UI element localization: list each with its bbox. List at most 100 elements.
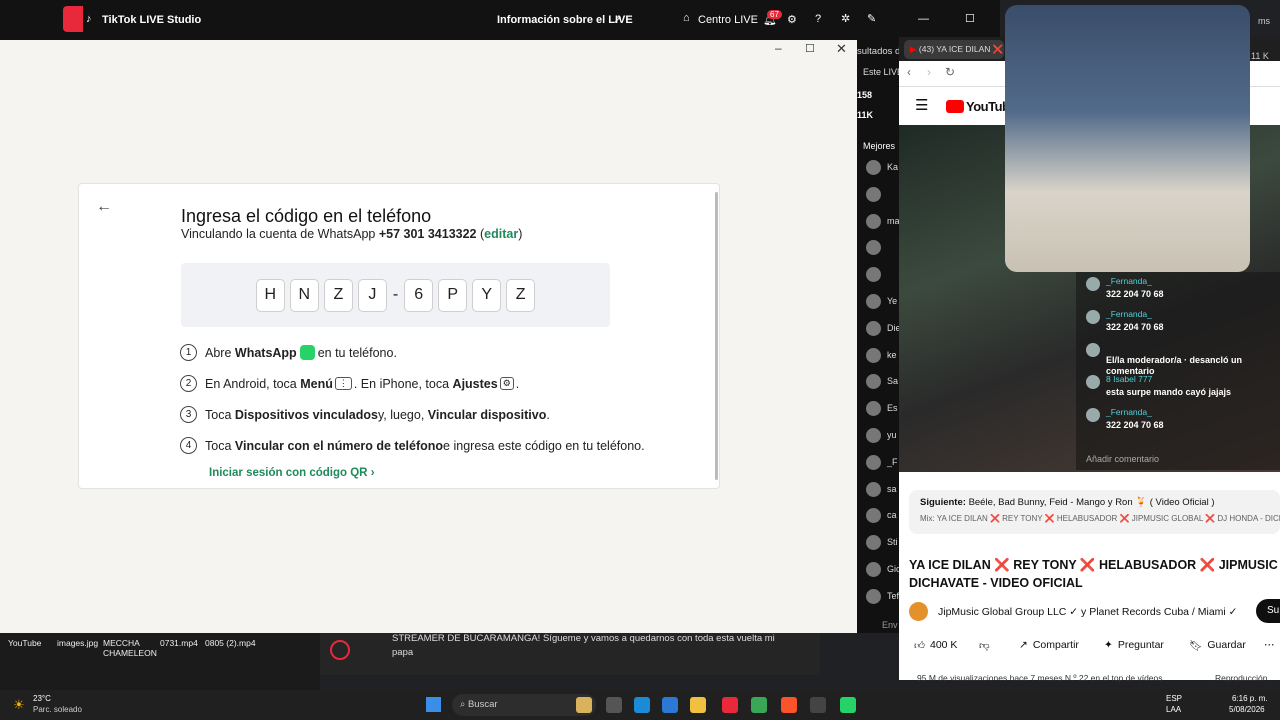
clock-time[interactable]: 6:16 p. m. [1232, 694, 1268, 703]
viewer-avatar[interactable] [866, 374, 881, 390]
scrollbar[interactable] [715, 192, 718, 480]
home-icon[interactable]: ⌂ [683, 12, 690, 24]
share-button[interactable]: ↗ Compartir [1019, 633, 1079, 657]
live-center-link[interactable]: Centro LIVE [698, 14, 758, 26]
wa-close-icon[interactable]: ✕ [836, 41, 847, 57]
viewer-avatar[interactable] [866, 588, 881, 604]
reload-icon[interactable]: ↻ [945, 65, 955, 79]
viewer-avatar[interactable] [866, 320, 881, 336]
code-char: 6 [404, 278, 434, 312]
folder-icon[interactable] [576, 697, 592, 713]
code-char: Z [506, 278, 536, 312]
help-icon[interactable]: ? [815, 13, 821, 25]
channel-avatar[interactable] [909, 602, 928, 621]
viewer-avatar[interactable] [866, 454, 881, 470]
dislike-button[interactable]: 👎︎ [979, 633, 990, 657]
desktop-file[interactable]: 0805 (2).mp4 [205, 638, 257, 648]
channel-name[interactable]: JipMusic Global Group LLC [938, 606, 1066, 618]
tiktok-icon[interactable] [722, 697, 738, 713]
wa-maximize-icon[interactable]: ☐ [805, 42, 815, 55]
minimize-icon[interactable]: — [918, 13, 929, 25]
viewer-avatar[interactable] [866, 267, 881, 283]
streamer-avatar-icon [330, 640, 350, 660]
desktop-file[interactable]: YouTube [8, 638, 60, 648]
whatsapp-icon[interactable] [840, 697, 856, 713]
viewer-name[interactable]: Sa [887, 376, 898, 386]
settings-gear-icon[interactable]: ⚙ [787, 13, 797, 26]
viewer-name[interactable]: sa [887, 484, 897, 494]
explorer-icon[interactable] [690, 697, 706, 713]
viewer-name[interactable]: Tef [887, 591, 899, 601]
edge-icon[interactable] [634, 697, 650, 713]
viewer-name[interactable]: ca [887, 510, 897, 520]
code-char: Y [472, 278, 502, 312]
hamburger-icon[interactable]: ☰ [915, 96, 928, 114]
chat-username[interactable]: _Fernanda_ [1106, 309, 1152, 319]
save-button[interactable]: 🔖︎ Guardar [1189, 633, 1246, 657]
more-icon: ⋯ [1264, 639, 1275, 651]
youtube-logo-icon[interactable] [946, 100, 964, 113]
viewer-name[interactable]: Es [887, 403, 898, 413]
viewer-avatar[interactable] [866, 535, 881, 551]
back-icon[interactable]: ‹ [907, 65, 911, 79]
chat-username[interactable]: _Fernanda_ [1106, 407, 1152, 417]
chat-avatar[interactable] [1086, 375, 1100, 389]
este-live-tab[interactable]: Este LIVE [863, 67, 903, 77]
viewer-avatar[interactable] [866, 160, 881, 175]
viewer-avatar[interactable] [866, 213, 881, 229]
viewer-avatar[interactable] [866, 481, 881, 497]
viewer-name[interactable]: Sti [887, 537, 898, 547]
tools-icon[interactable]: ✎ [867, 12, 876, 25]
clock-date[interactable]: 5/08/2026 [1229, 705, 1265, 714]
envia-input[interactable]: Env [882, 620, 898, 630]
viewer-name[interactable]: Ye [887, 296, 897, 306]
terminal-icon[interactable] [606, 697, 622, 713]
lang-2[interactable]: LAA [1166, 705, 1181, 714]
desktop-file[interactable]: images.jpg [57, 638, 109, 648]
viewer-avatar[interactable] [866, 347, 881, 363]
up-next-box[interactable]: Siguiente: Beéle, Bad Bunny, Feid - Mang… [909, 490, 1280, 534]
chat-avatar[interactable] [1086, 343, 1100, 357]
chat-input[interactable]: Añadir comentario [1086, 454, 1159, 464]
wa-minimize-icon[interactable]: – [775, 41, 782, 55]
viewer-avatar[interactable] [866, 508, 881, 524]
viewer-avatar[interactable] [866, 401, 881, 417]
chrome-icon[interactable] [751, 697, 767, 713]
obs-icon[interactable] [810, 697, 826, 713]
desktop-file[interactable]: MECCHA CHAMELEON [103, 638, 157, 658]
more-button[interactable]: ⋯ [1264, 633, 1275, 657]
viewer-name[interactable]: ma [887, 216, 900, 226]
brave-icon[interactable] [781, 697, 797, 713]
edit-link[interactable]: editar [484, 227, 518, 241]
taskbar-search[interactable]: ⌕ Buscar [452, 694, 596, 716]
like-button[interactable]: 👍︎ 400 K [914, 633, 957, 657]
lang-1[interactable]: ESP [1166, 694, 1182, 703]
viewer-name[interactable]: Ka [887, 162, 898, 172]
chat-avatar[interactable] [1086, 408, 1100, 422]
viewer-avatar[interactable] [866, 294, 881, 309]
back-arrow-icon[interactable]: ← [96, 198, 112, 216]
viewer-avatar[interactable] [866, 428, 881, 443]
share-icon[interactable]: ↗ [613, 13, 622, 26]
qr-login-link[interactable]: Iniciar sesión con código QR › [209, 467, 375, 479]
forward-icon[interactable]: › [927, 65, 931, 79]
x-close-icon[interactable]: ✕ [1250, 98, 1261, 114]
store-icon[interactable] [662, 697, 678, 713]
chat-avatar[interactable] [1086, 310, 1100, 324]
ask-button[interactable]: ✦ Preguntar [1104, 633, 1164, 657]
chat-username[interactable]: 8 Isabel 777 [1106, 374, 1152, 384]
viewer-avatar[interactable] [866, 562, 881, 577]
repro-text: Reproducción [1215, 673, 1268, 683]
viewer-avatar[interactable] [866, 240, 881, 256]
browser-tab[interactable]: ▶ (43) YA ICE DILAN ❌ [904, 40, 1004, 59]
chat-avatar[interactable] [1086, 277, 1100, 291]
subscribe-button[interactable]: Su [1256, 599, 1280, 623]
viewer-avatar[interactable] [866, 186, 881, 202]
settings-icon[interactable]: ✲ [841, 12, 850, 25]
viewer-name[interactable]: _F [887, 457, 898, 467]
viewer-name[interactable]: yu [887, 430, 897, 440]
maximize-icon[interactable]: ☐ [965, 12, 975, 25]
windows-start-icon[interactable] [426, 697, 441, 712]
chat-username[interactable]: _Fernanda_ [1106, 276, 1152, 286]
viewer-name[interactable]: ke [887, 350, 897, 360]
